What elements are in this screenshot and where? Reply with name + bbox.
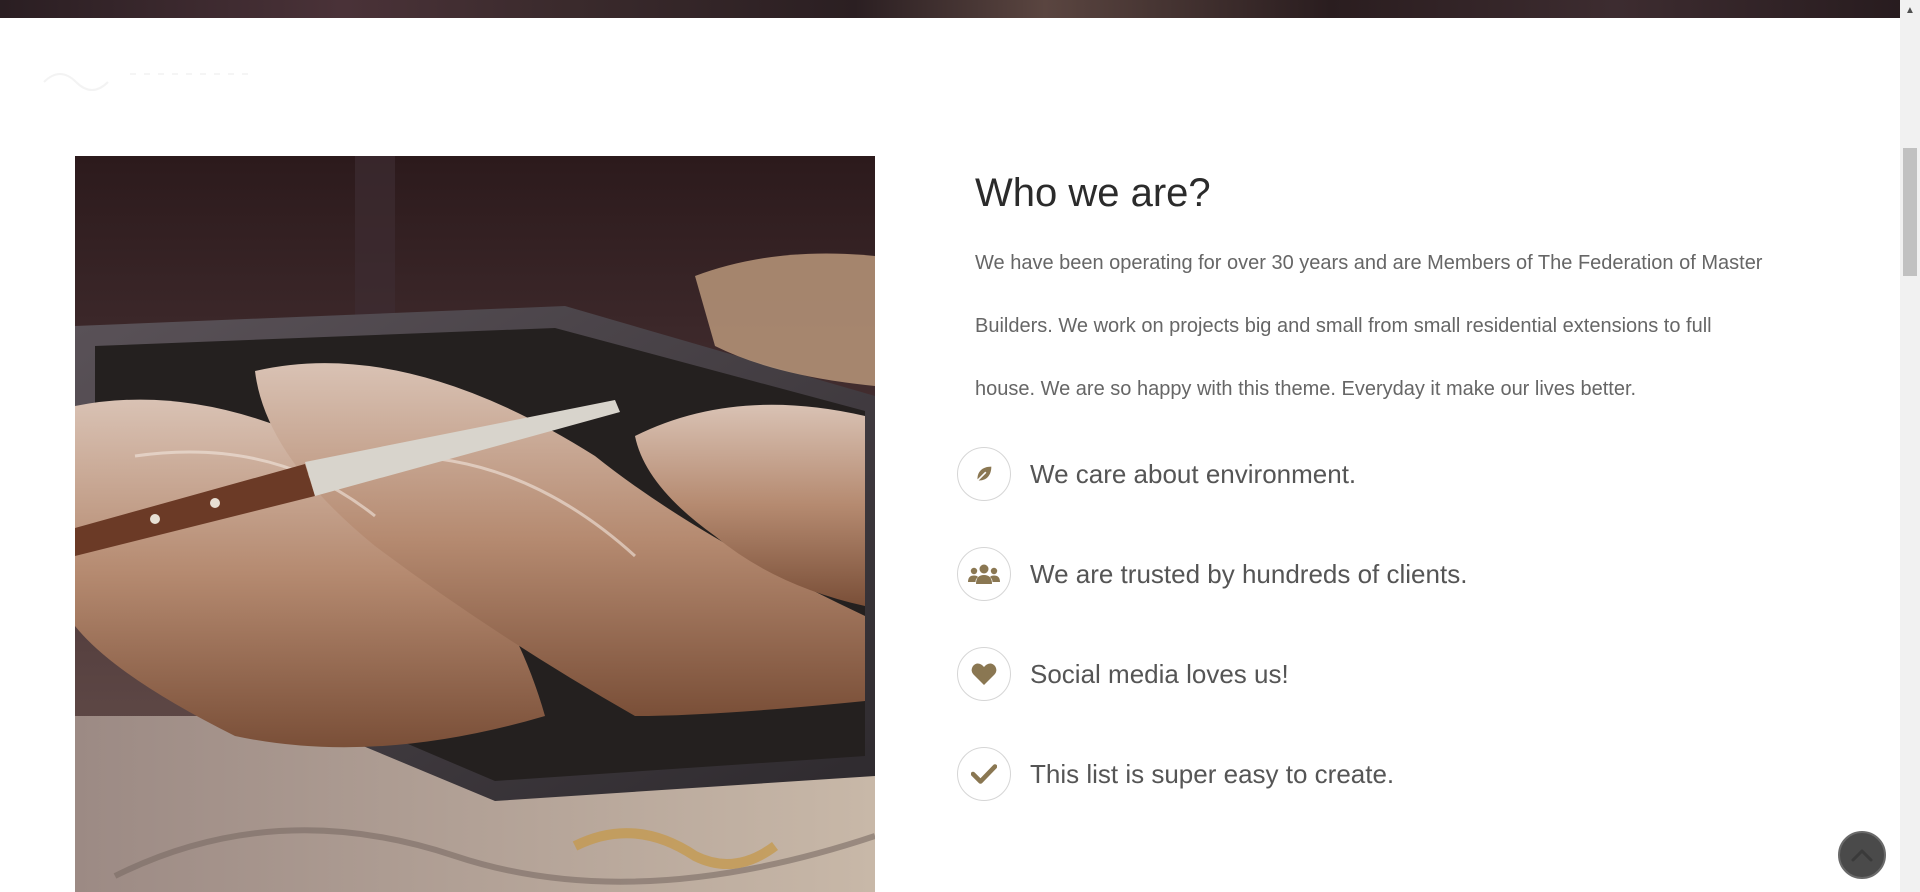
section-heading: Who we are? bbox=[975, 171, 1211, 215]
faint-logo bbox=[40, 62, 260, 92]
page: Who we are? We have been operating for o… bbox=[0, 0, 1920, 892]
feature-text: This list is super easy to create. bbox=[1030, 758, 1395, 789]
scrollbar-thumb[interactable] bbox=[1903, 148, 1917, 276]
feature-text: Social media loves us! bbox=[1030, 658, 1289, 689]
heart-icon bbox=[957, 647, 1011, 701]
feature-item: We are trusted by hundreds of clients. bbox=[957, 546, 1467, 602]
chevron-up-icon bbox=[1851, 849, 1873, 862]
triangle-up-icon[interactable]: ▲ bbox=[1900, 0, 1920, 20]
feature-text: We care about environment. bbox=[1030, 458, 1357, 489]
about-content: Who we are? We have been operating for o… bbox=[975, 160, 1775, 421]
back-to-top-button[interactable] bbox=[1838, 831, 1886, 879]
feature-item: Social media loves us! bbox=[957, 646, 1467, 702]
feature-item: This list is super easy to create. bbox=[957, 746, 1467, 802]
faint-logo-mark bbox=[43, 73, 250, 91]
feature-item: We care about environment. bbox=[957, 446, 1467, 502]
about-paragraph: We have been operating for over 30 years… bbox=[975, 252, 1763, 400]
pastry-photo bbox=[75, 156, 875, 892]
users-icon bbox=[957, 547, 1011, 601]
leaf-icon bbox=[957, 447, 1011, 501]
feature-list: We care about environment. We are truste… bbox=[957, 446, 1467, 846]
feature-text: We are trusted by hundreds of clients. bbox=[1030, 558, 1468, 589]
top-banner-image bbox=[0, 0, 1900, 18]
vertical-scrollbar[interactable]: ▲ bbox=[1900, 0, 1920, 892]
check-icon bbox=[957, 747, 1011, 801]
